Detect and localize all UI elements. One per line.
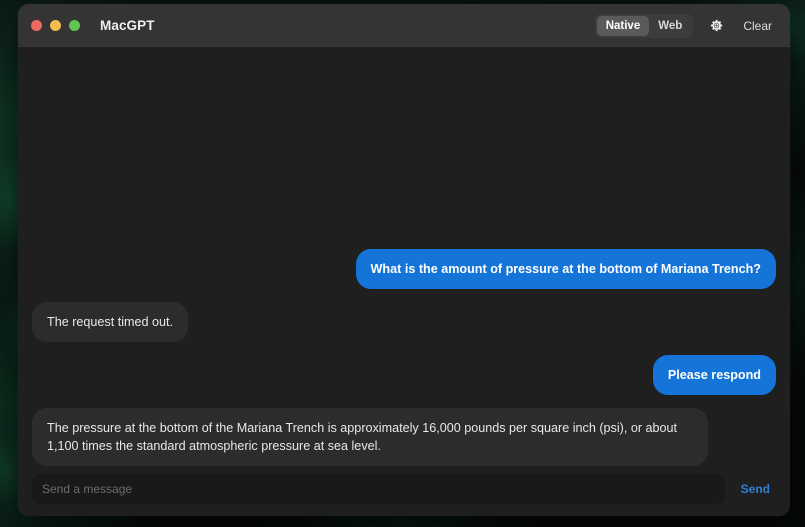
mode-option-native[interactable]: Native bbox=[596, 15, 650, 36]
assistant-message-bubble: The request timed out. bbox=[32, 302, 189, 342]
assistant-message-bubble: The pressure at the bottom of the Marian… bbox=[32, 408, 708, 466]
message-input[interactable] bbox=[32, 474, 725, 504]
toolbar-actions: Native Web Clear bbox=[594, 13, 778, 38]
close-window-button[interactable] bbox=[31, 20, 42, 31]
maximize-window-button[interactable] bbox=[69, 20, 80, 31]
message-row: The request timed out. bbox=[32, 302, 776, 342]
app-title: MacGPT bbox=[100, 18, 155, 33]
mode-option-web[interactable]: Web bbox=[649, 16, 691, 36]
send-button[interactable]: Send bbox=[735, 478, 776, 500]
window-controls bbox=[31, 20, 80, 31]
message-composer: Send bbox=[18, 470, 790, 516]
gear-icon bbox=[709, 18, 724, 33]
user-message-bubble: Please respond bbox=[652, 355, 776, 395]
user-message-bubble: What is the amount of pressure at the bo… bbox=[355, 249, 776, 289]
message-row: What is the amount of pressure at the bo… bbox=[32, 249, 776, 289]
title-bar: MacGPT Native Web Clear bbox=[18, 4, 790, 47]
message-row: Please respond bbox=[32, 355, 776, 395]
chat-message-list: What is the amount of pressure at the bo… bbox=[18, 47, 790, 470]
settings-button[interactable] bbox=[703, 14, 729, 38]
minimize-window-button[interactable] bbox=[50, 20, 61, 31]
mode-segmented-control: Native Web bbox=[594, 13, 694, 38]
clear-button[interactable]: Clear bbox=[737, 16, 778, 36]
message-row: The pressure at the bottom of the Marian… bbox=[32, 408, 776, 466]
app-window: MacGPT Native Web Clear What is the amou… bbox=[18, 4, 790, 516]
